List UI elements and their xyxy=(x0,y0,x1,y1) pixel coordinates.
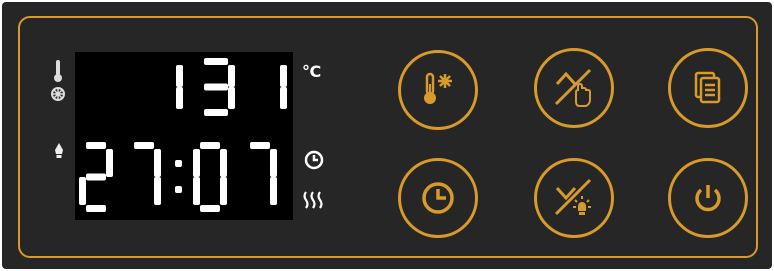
hours-digit-1-seg-a xyxy=(86,142,106,149)
heat-waves-icon xyxy=(302,190,324,214)
temperature-digit-3-seg-c xyxy=(280,87,287,109)
minutes-digit-1-seg-d xyxy=(200,205,220,212)
hours-digit-1-seg-b xyxy=(106,149,113,177)
control-panel: 131 27 07 °C xyxy=(2,2,772,269)
minutes-digit-1-seg-f xyxy=(193,149,200,177)
thermometer-snowflake-icon xyxy=(424,72,452,104)
lcd-digits xyxy=(79,58,287,212)
temperature-digit-2-seg-a xyxy=(204,58,228,65)
hours-digit-2-seg-c xyxy=(154,177,161,205)
thermometer-fan-icon xyxy=(50,58,66,108)
minutes-digit-1-seg-b xyxy=(220,149,227,177)
minutes-digit-2-seg-b xyxy=(270,149,277,177)
temperature-digit-2-seg-g xyxy=(204,83,228,91)
hours-digit-2-seg-b xyxy=(154,149,161,177)
light-bulb-icon xyxy=(52,142,66,164)
hours-digit-2-seg-a xyxy=(134,142,154,149)
minutes-digit-1-seg-a xyxy=(200,142,220,149)
hours-digit-1-seg-g xyxy=(86,173,106,181)
hours-digit-1-seg-e xyxy=(79,177,86,205)
temperature-digit-1-seg-b xyxy=(176,65,183,87)
time-colon-top xyxy=(175,160,182,167)
down-light-icon xyxy=(554,178,592,216)
temperature-digit-2-seg-d xyxy=(204,109,228,116)
minutes-digit-1-seg-e xyxy=(193,177,200,205)
power-button[interactable] xyxy=(668,158,748,238)
document-stack-icon xyxy=(694,71,721,104)
temperature-digit-2-seg-c xyxy=(228,87,235,109)
temp-fan-button[interactable] xyxy=(398,50,478,130)
temperature-digit-1-seg-c xyxy=(176,87,183,109)
up-hand-icon xyxy=(554,68,592,107)
clock-icon xyxy=(422,182,454,214)
temperature-digit-3-seg-b xyxy=(280,65,287,87)
programs-button[interactable] xyxy=(668,48,748,128)
minutes-digit-2-seg-c xyxy=(270,177,277,205)
up-button[interactable] xyxy=(534,48,614,128)
minutes-digit-2-seg-a xyxy=(250,142,270,149)
hours-digit-1-seg-d xyxy=(86,205,106,212)
lcd-display: 131 27 07 xyxy=(75,52,293,220)
temperature-digit-2-seg-b xyxy=(228,65,235,87)
down-light-button[interactable] xyxy=(534,158,614,238)
clock-icon xyxy=(304,150,324,174)
power-icon xyxy=(695,185,721,212)
time-colon-bottom xyxy=(175,186,182,193)
minutes-digit-1-seg-c xyxy=(220,177,227,205)
timer-button[interactable] xyxy=(398,158,478,238)
temperature-unit: °C xyxy=(302,62,321,81)
